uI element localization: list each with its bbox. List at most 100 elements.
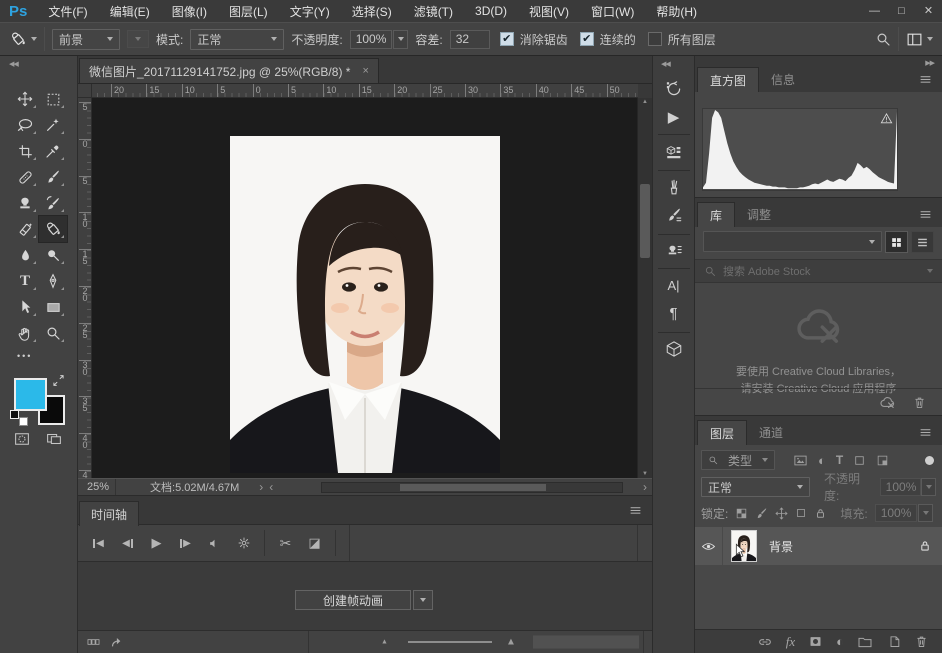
- eraser-tool[interactable]: [11, 216, 39, 242]
- screen-mode-button[interactable]: [44, 430, 64, 448]
- vertical-scroll-thumb[interactable]: [640, 184, 650, 258]
- history-panel-button[interactable]: [653, 76, 694, 102]
- tab-channels[interactable]: 通道: [747, 420, 795, 445]
- blur-tool[interactable]: [11, 242, 39, 268]
- spot-healing-brush-tool[interactable]: [11, 164, 39, 190]
- fill-source-select[interactable]: 前景: [52, 29, 120, 50]
- menu-item-4[interactable]: 文字(Y): [279, 3, 341, 20]
- timeline-zoom-in-icon[interactable]: ▲: [506, 637, 516, 648]
- menu-item-5[interactable]: 选择(S): [341, 3, 403, 20]
- option-checkbox-2[interactable]: 所有图层: [648, 31, 716, 48]
- actions-panel-button[interactable]: ▶: [653, 104, 694, 130]
- workspace-switcher[interactable]: [906, 31, 933, 48]
- layer-style-icon[interactable]: fx: [786, 634, 795, 650]
- zoom-tool[interactable]: [39, 320, 67, 346]
- crop-tool[interactable]: [11, 138, 39, 164]
- previous-frame-button[interactable]: ◀: [114, 530, 141, 556]
- split-clip-button[interactable]: ✂: [272, 530, 299, 556]
- collapse-panels-button[interactable]: ◀◀: [661, 60, 670, 68]
- history-brush-tool[interactable]: [39, 190, 67, 216]
- add-mask-icon[interactable]: [808, 634, 823, 649]
- new-layer-icon[interactable]: [886, 634, 901, 649]
- first-frame-button[interactable]: ◀: [85, 530, 112, 556]
- frame-animation-icon[interactable]: [85, 635, 102, 649]
- current-tool-preset[interactable]: [9, 30, 37, 48]
- edit-toolbar-button[interactable]: •••: [17, 351, 32, 361]
- timeline-settings-button[interactable]: [230, 530, 257, 556]
- minimize-button[interactable]: —: [861, 0, 888, 22]
- new-group-icon[interactable]: [857, 634, 873, 650]
- layer-name[interactable]: 背景: [769, 538, 793, 555]
- transition-button[interactable]: ◪: [301, 530, 328, 556]
- filter-type-text-icon[interactable]: T: [836, 453, 843, 467]
- list-view-button[interactable]: [911, 231, 934, 253]
- expand-panels-button[interactable]: ▶▶: [925, 59, 934, 67]
- cc-sync-icon[interactable]: [879, 394, 896, 411]
- grid-view-button[interactable]: [885, 231, 908, 253]
- path-select-tool[interactable]: [11, 294, 39, 320]
- create-animation-dropdown[interactable]: [413, 590, 433, 610]
- type-tool[interactable]: T: [11, 268, 39, 294]
- tab-timeline[interactable]: 时间轴: [79, 501, 139, 526]
- menu-item-9[interactable]: 窗口(W): [580, 3, 645, 20]
- dodge-tool[interactable]: [39, 242, 67, 268]
- clone-stamp-tool[interactable]: [11, 190, 39, 216]
- tab-libraries[interactable]: 库: [697, 202, 735, 227]
- opacity-dropdown[interactable]: [393, 30, 408, 49]
- menu-item-7[interactable]: 3D(D): [464, 4, 518, 18]
- mode-select[interactable]: 正常: [190, 29, 284, 50]
- trash-icon[interactable]: [912, 395, 927, 410]
- filter-shape-icon[interactable]: [853, 454, 866, 467]
- maximize-button[interactable]: □: [888, 0, 915, 22]
- option-checkbox-1[interactable]: ✔连续的: [580, 31, 636, 48]
- shape-tool[interactable]: [39, 294, 67, 320]
- library-select[interactable]: [703, 231, 882, 252]
- panel-menu-icon[interactable]: [918, 208, 933, 221]
- brushes-panel-button[interactable]: [653, 174, 694, 200]
- default-colors-icon[interactable]: [10, 410, 30, 426]
- brush-settings-panel-button[interactable]: [653, 202, 694, 228]
- tab-info[interactable]: 信息: [759, 67, 807, 92]
- lock-all-icon[interactable]: [814, 507, 827, 520]
- paragraph-panel-button[interactable]: ¶: [653, 300, 694, 326]
- layer-visibility-toggle[interactable]: [695, 527, 723, 565]
- checkbox-icon[interactable]: ✔: [580, 32, 594, 46]
- quick-mask-button[interactable]: [12, 430, 32, 448]
- lasso-tool[interactable]: [11, 112, 39, 138]
- lock-pixels-icon[interactable]: [755, 507, 768, 520]
- character-panel-button[interactable]: A|: [653, 272, 694, 298]
- filter-toggle-knob[interactable]: [925, 456, 934, 465]
- tab-histogram[interactable]: 直方图: [697, 67, 759, 92]
- lock-transparency-icon[interactable]: [735, 507, 748, 520]
- filter-smart-object-icon[interactable]: [876, 454, 889, 467]
- menu-item-0[interactable]: 文件(F): [37, 3, 98, 20]
- scroll-up-icon[interactable]: ▲: [642, 99, 648, 105]
- 3d-materials-panel-button[interactable]: [653, 140, 694, 166]
- option-checkbox-0[interactable]: ✔消除锯齿: [500, 31, 568, 48]
- tab-layers[interactable]: 图层: [697, 420, 747, 445]
- tab-adjustments[interactable]: 调整: [735, 202, 783, 227]
- timeline-zoom-out-icon[interactable]: ▲: [381, 639, 388, 646]
- audio-toggle-button[interactable]: [201, 530, 228, 556]
- horizontal-scroll-thumb[interactable]: [400, 484, 546, 491]
- menu-item-1[interactable]: 编辑(E): [99, 3, 161, 20]
- timeline-zoom-slider[interactable]: [408, 641, 492, 643]
- lock-position-icon[interactable]: [775, 507, 788, 520]
- vertical-scrollbar[interactable]: ▲ ▼: [637, 98, 652, 478]
- menu-item-3[interactable]: 图层(L): [218, 3, 279, 20]
- zoom-level[interactable]: 25%: [87, 481, 109, 493]
- paint-bucket-tool[interactable]: [39, 216, 67, 242]
- scroll-right-icon[interactable]: ›: [643, 480, 647, 494]
- flatten-frames-icon[interactable]: [110, 635, 125, 650]
- menu-item-2[interactable]: 图像(I): [161, 3, 218, 20]
- checkbox-icon[interactable]: [648, 32, 662, 46]
- rectangular-marquee-tool[interactable]: [39, 86, 67, 112]
- menu-item-6[interactable]: 滤镜(T): [403, 3, 464, 20]
- horizontal-scrollbar[interactable]: [321, 482, 623, 493]
- search-icon[interactable]: [875, 31, 891, 47]
- opacity-input[interactable]: 100%: [350, 30, 393, 49]
- pen-tool[interactable]: [39, 268, 67, 294]
- create-frame-animation-button[interactable]: 创建帧动画: [295, 590, 411, 610]
- status-flyout-arrow[interactable]: ›: [259, 480, 263, 494]
- link-layers-icon[interactable]: [757, 634, 773, 650]
